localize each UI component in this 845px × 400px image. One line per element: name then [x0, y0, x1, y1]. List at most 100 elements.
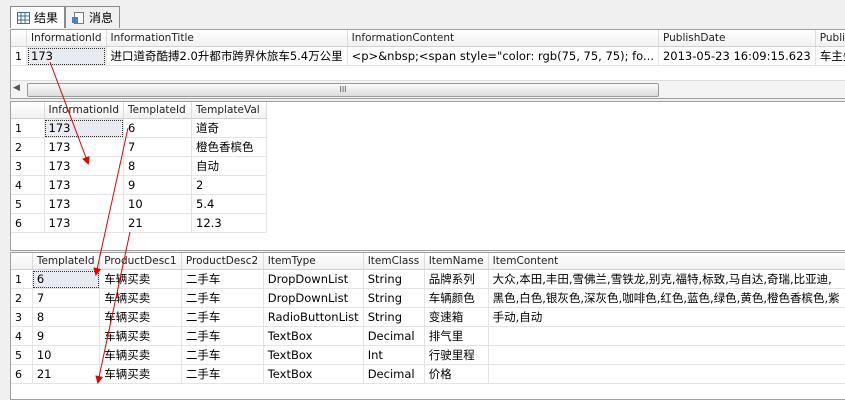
- row-number[interactable]: 6: [11, 213, 45, 233]
- row-number[interactable]: 5: [11, 345, 33, 365]
- table-row[interactable]: 1 6 车辆买卖 二手车 DropDownList String 品牌系列 大众,本田,丰田,…: [11, 269, 845, 289]
- table-cell[interactable]: 车主先生: [815, 46, 845, 66]
- column-header[interactable]: [11, 253, 33, 270]
- scroll-thumb[interactable]: III: [27, 83, 659, 97]
- table-cell[interactable]: 橙色香槟色: [191, 137, 268, 157]
- table-cell[interactable]: String: [363, 307, 425, 327]
- table-row[interactable]: 6 173 21 12.3: [11, 213, 268, 233]
- table-cell[interactable]: 大众,本田,丰田,雪佛兰,雪铁龙,别克,福特,标致,马自达,奇瑞,比亚迪,: [488, 269, 845, 289]
- table-cell[interactable]: 手动,自动: [488, 307, 845, 327]
- table-row[interactable]: 4 9 车辆买卖 二手车 TextBox Decimal 排气里: [11, 326, 845, 346]
- row-number[interactable]: 1: [11, 118, 45, 138]
- column-header[interactable]: ProductDesc1: [99, 253, 182, 270]
- table-cell[interactable]: <p>&nbsp;<span style="color: rgb(75, 75,…: [347, 46, 659, 66]
- row-number[interactable]: 2: [11, 288, 33, 308]
- table-cell[interactable]: 二手车: [181, 326, 264, 346]
- table-cell[interactable]: DropDownList: [263, 269, 364, 289]
- table-cell[interactable]: 黑色,白色,银灰色,深灰色,咖啡色,红色,蓝色,绿色,黄色,橙色香槟色,紫: [488, 288, 845, 308]
- table-cell[interactable]: 二手车: [181, 345, 264, 365]
- table-cell[interactable]: 车辆买卖: [99, 345, 182, 365]
- table-cell[interactable]: [488, 345, 845, 365]
- column-header[interactable]: [11, 30, 27, 47]
- table-row[interactable]: 3 8 车辆买卖 二手车 RadioButtonList String 变速箱 手动,自动: [11, 307, 845, 327]
- table-cell[interactable]: 2013-05-23 16:09:15.623: [658, 46, 816, 66]
- row-number[interactable]: 3: [11, 307, 33, 327]
- table-cell[interactable]: 道奇: [191, 118, 268, 138]
- row-number[interactable]: 4: [11, 175, 45, 195]
- table-cell[interactable]: Decimal: [363, 364, 425, 384]
- table-cell[interactable]: 二手车: [181, 307, 264, 327]
- table-row[interactable]: 5 173 10 5.4: [11, 194, 268, 214]
- column-header[interactable]: PublishDate: [658, 30, 816, 47]
- horizontal-scrollbar[interactable]: ◀ III: [11, 80, 845, 98]
- table-cell[interactable]: 5.4: [191, 194, 268, 214]
- column-header[interactable]: TemplateId: [32, 253, 101, 270]
- table-cell[interactable]: 10: [123, 194, 193, 214]
- table-row[interactable]: 2 7 车辆买卖 二手车 DropDownList String 车辆颜色 黑色,白色,银灰色…: [11, 288, 845, 308]
- table-cell[interactable]: 排气里: [424, 326, 489, 346]
- table-cell[interactable]: 7: [123, 137, 193, 157]
- table-cell[interactable]: 车辆买卖: [99, 364, 182, 384]
- row-number[interactable]: 6: [11, 364, 33, 384]
- table-cell[interactable]: TextBox: [263, 326, 364, 346]
- column-header[interactable]: InformationId: [44, 102, 125, 119]
- column-header[interactable]: TemplateVal: [191, 102, 268, 119]
- table-cell[interactable]: String: [363, 288, 425, 308]
- table-row[interactable]: 6 21 车辆买卖 二手车 TextBox Decimal 价格: [11, 364, 845, 384]
- table-cell[interactable]: 车辆买卖: [99, 326, 182, 346]
- table-cell[interactable]: [488, 364, 845, 384]
- table-cell[interactable]: TextBox: [263, 364, 364, 384]
- table-cell[interactable]: 品牌系列: [424, 269, 489, 289]
- table-cell[interactable]: 173: [44, 118, 125, 138]
- column-header[interactable]: InformationTitle: [106, 30, 348, 47]
- table-cell[interactable]: 车辆颜色: [424, 288, 489, 308]
- table-cell[interactable]: 173: [44, 175, 125, 195]
- table-cell[interactable]: 2: [191, 175, 268, 195]
- table-cell[interactable]: 8: [123, 156, 193, 176]
- column-header[interactable]: ItemClass: [363, 253, 425, 270]
- table-row[interactable]: 3 173 8 自动: [11, 156, 268, 176]
- table-cell[interactable]: 行驶里程: [424, 345, 489, 365]
- column-header[interactable]: ItemName: [424, 253, 489, 270]
- row-number[interactable]: 1: [11, 46, 27, 66]
- row-number[interactable]: 3: [11, 156, 45, 176]
- table-cell[interactable]: RadioButtonList: [263, 307, 364, 327]
- table-cell[interactable]: 21: [32, 364, 101, 384]
- table-cell[interactable]: 车辆买卖: [99, 269, 182, 289]
- table-cell[interactable]: 9: [123, 175, 193, 195]
- table-cell[interactable]: 二手车: [181, 288, 264, 308]
- table-cell[interactable]: 21: [123, 213, 193, 233]
- table-cell[interactable]: 车辆买卖: [99, 288, 182, 308]
- column-header[interactable]: InformationId: [26, 30, 107, 47]
- row-number[interactable]: 4: [11, 326, 33, 346]
- table-row[interactable]: 1 173 进口道奇酷搏2.0升都市跨界休旅车5.4万公里 <p>&nbsp;<spa…: [11, 46, 845, 66]
- table-row[interactable]: 2 173 7 橙色香槟色: [11, 137, 268, 157]
- table-row[interactable]: 5 10 车辆买卖 二手车 TextBox Int 行驶里程: [11, 345, 845, 365]
- tab-messages[interactable]: 消息: [65, 6, 121, 28]
- table-cell[interactable]: String: [363, 269, 425, 289]
- table-cell[interactable]: 12.3: [191, 213, 268, 233]
- column-header[interactable]: ItemType: [263, 253, 364, 270]
- table-cell[interactable]: [488, 326, 845, 346]
- column-header[interactable]: TemplateId: [123, 102, 193, 119]
- table-cell[interactable]: 10: [32, 345, 101, 365]
- table-cell[interactable]: 173: [44, 194, 125, 214]
- table-cell[interactable]: 6: [123, 118, 193, 138]
- table-cell[interactable]: 二手车: [181, 269, 264, 289]
- column-header[interactable]: PublishUser: [815, 30, 845, 47]
- table-row[interactable]: 1 173 6 道奇: [11, 118, 268, 138]
- table-cell[interactable]: 173: [44, 156, 125, 176]
- table-cell[interactable]: 173: [26, 46, 107, 66]
- column-header[interactable]: ProductDesc2: [181, 253, 264, 270]
- table-cell[interactable]: 7: [32, 288, 101, 308]
- table-cell[interactable]: 进口道奇酷搏2.0升都市跨界休旅车5.4万公里: [106, 46, 348, 66]
- scroll-left-icon[interactable]: ◀: [13, 83, 20, 93]
- table-cell[interactable]: 价格: [424, 364, 489, 384]
- table-cell[interactable]: 6: [32, 269, 101, 289]
- table-cell[interactable]: 二手车: [181, 364, 264, 384]
- column-header[interactable]: [11, 102, 45, 119]
- table-cell[interactable]: 变速箱: [424, 307, 489, 327]
- table-row[interactable]: 4 173 9 2: [11, 175, 268, 195]
- table-cell[interactable]: 8: [32, 307, 101, 327]
- row-number[interactable]: 5: [11, 194, 45, 214]
